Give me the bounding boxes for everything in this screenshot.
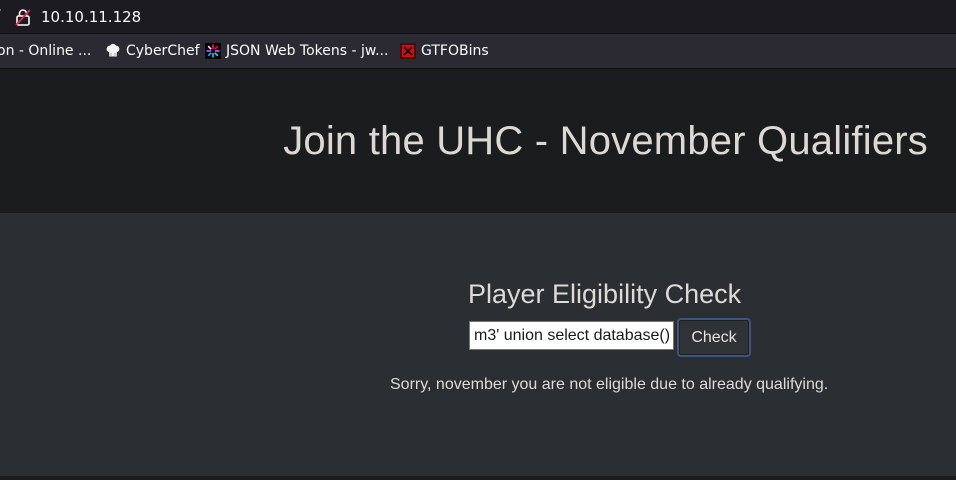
bookmark-jwt[interactable]: JSON Web Tokens - jw... <box>205 43 388 59</box>
page-header: Join the UHC - November Qualifiers <box>0 69 956 213</box>
main-content: Player Eligibility Check Check Sorry, no… <box>0 213 956 480</box>
bottom-edge <box>0 476 956 480</box>
bookmarks-toolbar: on - Online ... CyberChef JSON Web Token… <box>0 34 956 69</box>
browser-url-bar[interactable]: ⁄ 10.10.11.128 <box>0 0 956 34</box>
bookmark-gtfobins[interactable]: GTFOBins <box>400 43 489 59</box>
page-title: Join the UHC - November Qualifiers <box>283 119 928 163</box>
bookmark-label: CyberChef <box>126 43 200 59</box>
bookmark-online[interactable]: on - Online ... <box>0 43 91 59</box>
check-button[interactable]: Check <box>677 318 751 357</box>
gtfobins-icon <box>400 43 416 59</box>
insecure-lock-icon[interactable] <box>15 8 31 26</box>
chef-hat-icon <box>106 43 120 57</box>
bookmark-cyberchef[interactable]: CyberChef <box>105 43 200 59</box>
bookmark-label: GTFOBins <box>421 43 489 59</box>
jwt-icon <box>205 43 221 59</box>
bookmark-label: on - Online ... <box>0 43 92 59</box>
url-text[interactable]: 10.10.11.128 <box>41 8 141 26</box>
result-message: Sorry, november you are not eligible due… <box>390 376 829 393</box>
bookmark-label: JSON Web Tokens - jw... <box>226 43 389 59</box>
player-name-input[interactable] <box>469 321 674 350</box>
form-title: Player Eligibility Check <box>468 279 742 309</box>
